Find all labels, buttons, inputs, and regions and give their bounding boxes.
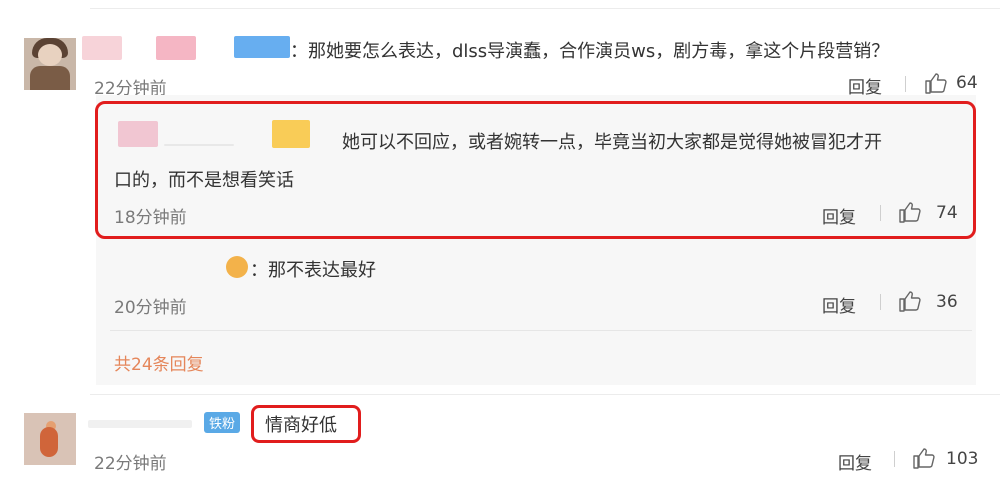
fan-badge: 铁粉 (204, 412, 241, 433)
like-icon[interactable] (924, 72, 948, 94)
avatar[interactable] (24, 413, 76, 465)
username-blur-3 (234, 36, 290, 58)
like-count: 36 (936, 292, 958, 312)
like-count: 103 (946, 449, 979, 469)
reply-text: ：那不表达最好 (250, 260, 376, 281)
top-divider (90, 8, 1000, 9)
reply-button[interactable]: 回复 (822, 292, 856, 317)
reply-button[interactable]: 回复 (822, 203, 856, 228)
separator (894, 451, 895, 467)
like-icon[interactable] (898, 290, 922, 312)
more-replies-link[interactable]: 共24条回复 (114, 350, 204, 375)
reply-text-line1: 她可以不回应，或者婉转一点，毕竟当初大家都是觉得她被冒犯才开 (342, 132, 882, 153)
reply-button[interactable]: 回复 (838, 449, 872, 474)
comment-time: 22分钟前 (94, 454, 167, 474)
username-blur-1 (82, 36, 122, 60)
separator (880, 294, 881, 310)
like-icon[interactable] (912, 447, 936, 469)
like-count: 74 (936, 203, 958, 223)
reply-time: 18分钟前 (114, 208, 187, 228)
separator (905, 76, 906, 92)
comment-text: ：那她要怎么表达，dlss导演蠢，合作演员ws，剧方毒，拿这个片段营销？ (290, 41, 890, 62)
username-blur-1 (118, 121, 158, 147)
username-blur-3 (272, 120, 310, 148)
comment-text: 情商好低 (265, 415, 337, 436)
username-blur (88, 420, 192, 428)
username-blur-2 (164, 144, 234, 146)
avatar[interactable] (24, 38, 76, 90)
replies-divider (110, 330, 972, 331)
reply-time: 20分钟前 (114, 298, 187, 318)
like-icon[interactable] (898, 201, 922, 223)
like-count: 64 (956, 73, 978, 93)
section-divider (90, 394, 1000, 395)
username-blur-2 (156, 36, 196, 60)
reply-text-line2: 口的，而不是想看笑话 (114, 170, 294, 191)
separator (880, 205, 881, 221)
emoji-icon (226, 256, 248, 278)
